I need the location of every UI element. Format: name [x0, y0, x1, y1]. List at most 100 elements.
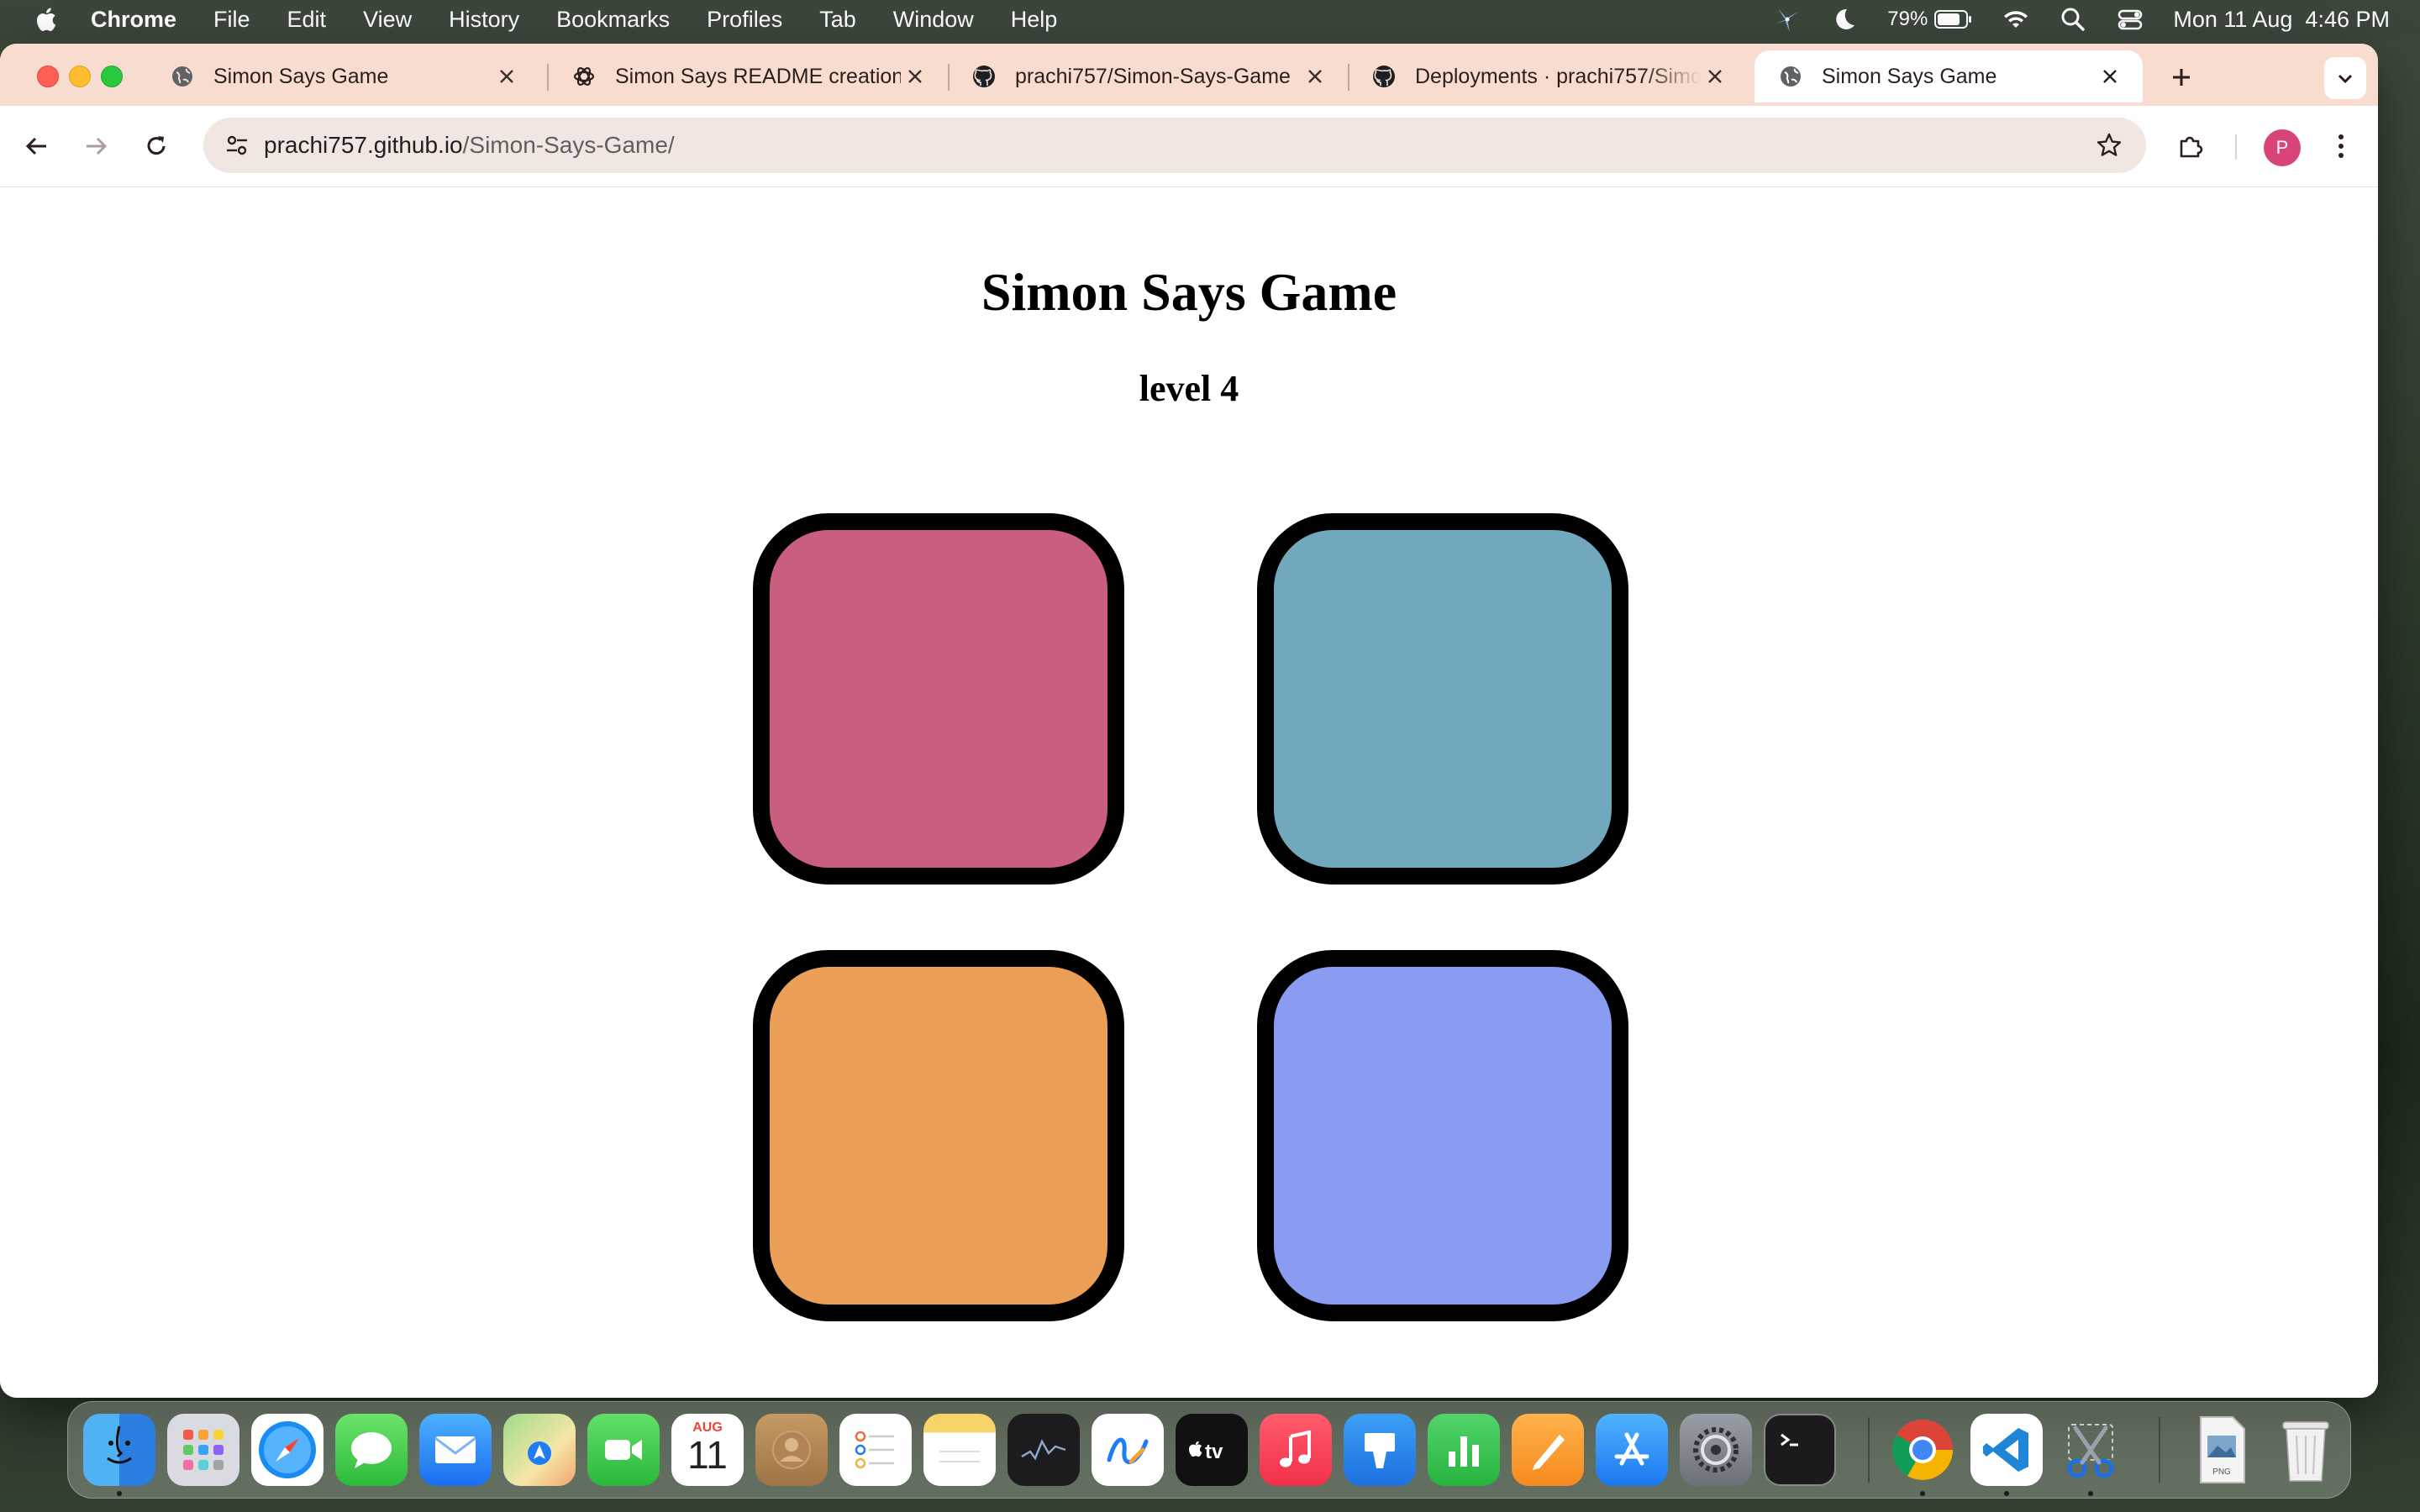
tab-title: Simon Says Game — [213, 64, 389, 88]
chrome-logo-icon — [1892, 1420, 1953, 1480]
trash-icon — [2282, 1421, 2329, 1482]
dock-reminders[interactable] — [839, 1414, 912, 1486]
moon-icon[interactable] — [1830, 5, 1859, 34]
page-title: Simon Says Game — [981, 262, 1397, 322]
reload-button[interactable] — [138, 128, 175, 165]
dock-safari[interactable] — [251, 1414, 324, 1486]
site-info-button[interactable] — [218, 127, 255, 164]
finder-icon — [107, 1425, 132, 1464]
puzzle-piece-icon — [2180, 136, 2203, 158]
battery-icon[interactable] — [1934, 5, 1973, 34]
wifi-icon[interactable] — [2002, 5, 2030, 34]
browser-toolbar: prachi757.github.io/Simon-Says-Game/ P — [0, 106, 2378, 187]
spotlight-search-icon[interactable] — [2059, 5, 2087, 34]
dock-messages[interactable] — [335, 1414, 408, 1486]
url-text[interactable]: prachi757.github.io/Simon-Says-Game/ — [264, 118, 675, 173]
dock-notes[interactable] — [923, 1414, 996, 1486]
new-tab-button[interactable] — [2163, 59, 2200, 96]
window-close-button[interactable] — [37, 66, 59, 87]
forward-button[interactable] — [77, 128, 114, 165]
tab-github-deployments[interactable]: Deployments · prachi757/Simon-Says-Game — [1348, 50, 1748, 102]
dock-pages[interactable] — [1512, 1414, 1584, 1486]
menu-edit[interactable]: Edit — [287, 7, 327, 33]
dock-contacts[interactable] — [755, 1414, 828, 1486]
dock-mail[interactable] — [419, 1414, 492, 1486]
dock-finder[interactable] — [83, 1414, 155, 1486]
level-indicator: level 4 — [1139, 368, 1239, 409]
github-icon — [1373, 66, 1395, 87]
tab-github-repo[interactable]: prachi757/Simon-Says-Game — [948, 50, 1348, 102]
tab-simon-says-game[interactable]: Simon Says Game — [146, 50, 539, 102]
dock-png-file[interactable]: PNG — [2186, 1414, 2258, 1486]
menubar-clock[interactable]: Mon 11 Aug 4:46 PM — [2173, 7, 2390, 33]
dock-launchpad[interactable] — [167, 1414, 239, 1486]
reload-icon — [147, 136, 166, 155]
menu-app-chrome[interactable]: Chrome — [91, 7, 176, 33]
notes-lines-icon — [939, 1451, 980, 1462]
dock-stocks[interactable] — [1007, 1414, 1080, 1486]
dock-trash[interactable] — [2270, 1414, 2342, 1486]
gear-icon — [1693, 1427, 1739, 1473]
tab-close-icon[interactable] — [492, 62, 521, 91]
tab-search-button[interactable] — [2324, 57, 2366, 99]
dock-freeform[interactable] — [1092, 1414, 1164, 1486]
menu-profiles[interactable]: Profiles — [707, 7, 782, 33]
keynote-podium-icon — [1365, 1433, 1395, 1468]
tab-close-icon[interactable] — [1301, 62, 1329, 91]
dock-tv[interactable]: tv — [1176, 1414, 1248, 1486]
address-bar[interactable]: prachi757.github.io/Simon-Says-Game/ — [203, 118, 2146, 173]
scissors-icon — [2067, 1424, 2114, 1478]
game-button-red[interactable] — [753, 513, 1124, 885]
window-minimize-button[interactable] — [69, 66, 91, 87]
menu-help[interactable]: Help — [1011, 7, 1058, 33]
url-path: /Simon-Says-Game/ — [462, 132, 675, 158]
dock-maps[interactable] — [503, 1414, 576, 1486]
tab-simon-says-game-active[interactable]: Simon Says Game — [1754, 50, 2143, 102]
tab-close-icon[interactable] — [1701, 62, 1729, 91]
globe-icon — [1781, 66, 1801, 87]
menu-bookmarks[interactable]: Bookmarks — [556, 7, 670, 33]
kebab-menu-icon — [2338, 134, 2344, 158]
game-button-green[interactable] — [753, 950, 1124, 1321]
menu-view[interactable]: View — [363, 7, 412, 33]
tab-close-icon[interactable] — [901, 62, 929, 91]
pinwheel-app-icon[interactable] — [1773, 5, 1802, 34]
speech-bubble-icon — [351, 1432, 392, 1468]
profile-avatar[interactable]: P — [2264, 129, 2301, 166]
game-button-purple[interactable] — [1257, 950, 1628, 1321]
extensions-button[interactable] — [2173, 128, 2210, 165]
dock-music[interactable] — [1260, 1414, 1332, 1486]
tab-simon-says-readme[interactable]: Simon Says README creation — [548, 50, 948, 102]
dock-system-settings[interactable] — [1680, 1414, 1752, 1486]
game-button-yellow[interactable] — [1257, 513, 1628, 885]
dock-app-store[interactable] — [1596, 1414, 1668, 1486]
dock-chrome[interactable] — [1886, 1414, 1959, 1486]
dock-keynote[interactable] — [1344, 1414, 1416, 1486]
running-indicator — [2088, 1491, 2093, 1496]
plus-icon — [2173, 69, 2190, 86]
dock-facetime[interactable] — [587, 1414, 660, 1486]
tab-title: Simon Says Game — [1822, 64, 1997, 88]
numbers-bars-icon — [1449, 1436, 1479, 1467]
macos-menu-bar: Chrome File Edit View History Bookmarks … — [0, 0, 2420, 39]
bookmark-star-button[interactable] — [2091, 127, 2128, 164]
envelope-icon — [434, 1436, 476, 1463]
dock-calendar[interactable]: AUG 11 — [671, 1414, 744, 1486]
tab-close-icon[interactable] — [2096, 62, 2124, 91]
menu-history[interactable]: History — [449, 7, 519, 33]
control-center-icon[interactable] — [2116, 5, 2144, 34]
chrome-menu-button[interactable] — [2323, 128, 2360, 165]
dock-terminal[interactable] — [1764, 1414, 1836, 1486]
running-indicator — [117, 1491, 122, 1496]
menu-file[interactable]: File — [213, 7, 250, 33]
dock-numbers[interactable] — [1428, 1414, 1500, 1486]
menu-tab[interactable]: Tab — [819, 7, 856, 33]
dock-screenshot[interactable] — [2054, 1414, 2127, 1486]
music-note-icon — [1280, 1430, 1311, 1467]
arrow-left-icon — [25, 137, 46, 155]
dock-vscode[interactable] — [1970, 1414, 2043, 1486]
apple-logo-icon[interactable] — [34, 6, 57, 33]
back-button[interactable] — [18, 128, 55, 165]
menu-window[interactable]: Window — [893, 7, 974, 33]
window-maximize-button[interactable] — [101, 66, 123, 87]
